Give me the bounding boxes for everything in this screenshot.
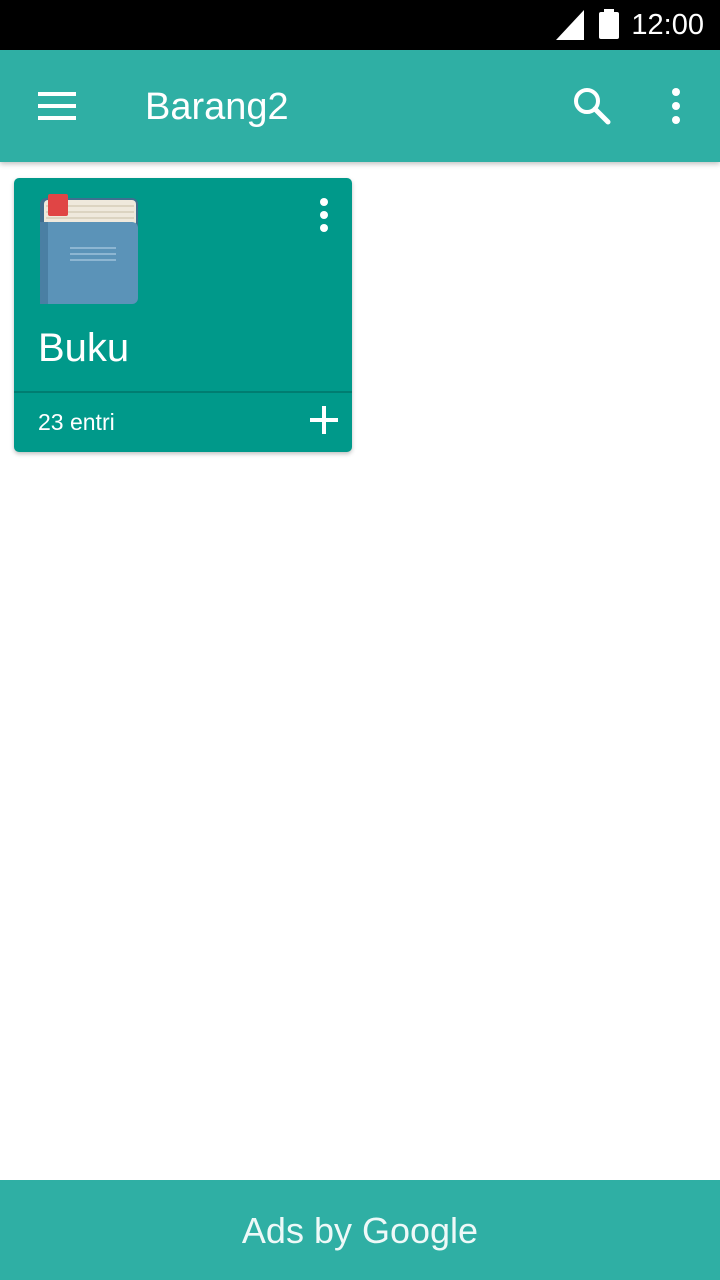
- status-time: 12:00: [631, 9, 704, 41]
- collection-title: Buku: [38, 326, 130, 370]
- book-icon: [40, 194, 138, 304]
- signal-icon: [556, 10, 584, 40]
- ad-banner-text: Ads by Google: [241, 1210, 479, 1251]
- card-overflow-icon[interactable]: [310, 196, 338, 236]
- collection-card-buku[interactable]: Buku 23 entri: [14, 178, 352, 452]
- entry-count: 23 entri: [38, 409, 115, 435]
- add-icon[interactable]: [308, 404, 340, 436]
- app-bar: Barang2: [0, 50, 720, 162]
- status-bar: 12:00: [0, 0, 720, 50]
- overflow-menu-icon[interactable]: [660, 84, 692, 128]
- menu-icon[interactable]: [34, 88, 78, 124]
- ad-banner[interactable]: Ads by Google: [0, 1180, 720, 1280]
- app-title: Barang2: [145, 86, 289, 128]
- battery-icon: [599, 9, 619, 39]
- card-divider: [14, 391, 352, 393]
- search-icon[interactable]: [570, 84, 614, 128]
